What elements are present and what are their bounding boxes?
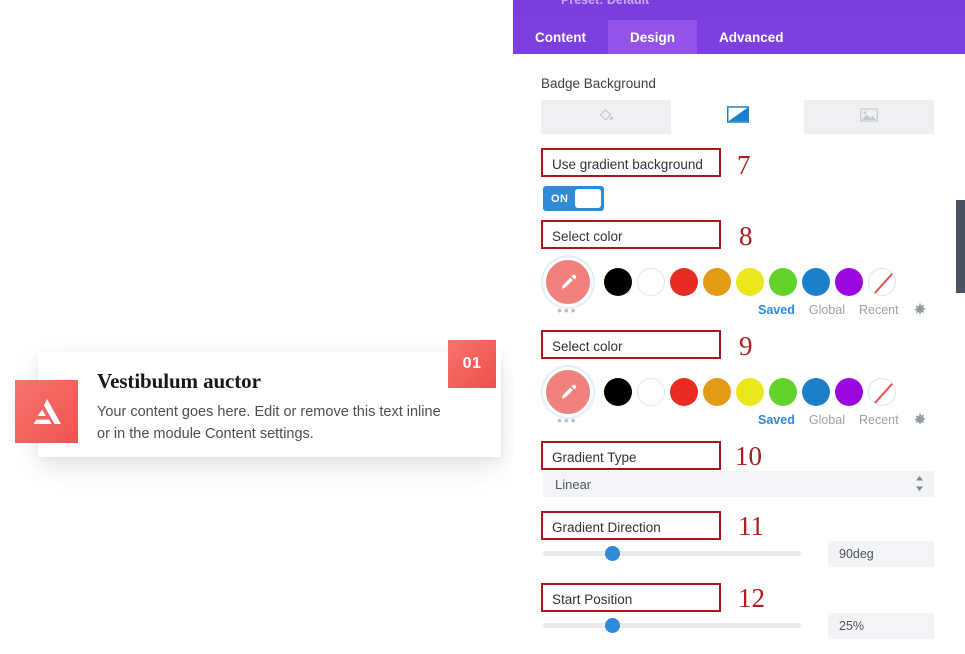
swatch-white-1[interactable] xyxy=(637,268,665,296)
gear-icon[interactable] xyxy=(913,413,927,427)
color-tab-recent-1[interactable]: Recent xyxy=(859,303,899,317)
toggle-knob xyxy=(575,189,601,208)
gradient-direction-label: Gradient Direction xyxy=(552,520,661,535)
blurb-description: Your content goes here. Edit or remove t… xyxy=(97,404,441,443)
annotation-number-10: 10 xyxy=(735,441,762,471)
swatch-green-2[interactable] xyxy=(769,378,797,406)
annotation-number-7: 7 xyxy=(737,150,751,180)
blurb-icon-box xyxy=(15,380,78,443)
swatch-purple-2[interactable] xyxy=(835,378,863,406)
eyedropper-swatch-2[interactable] xyxy=(543,367,593,417)
background-type-gradient-button[interactable] xyxy=(672,100,803,134)
start-position-slider-thumb[interactable] xyxy=(605,618,620,633)
tab-content[interactable]: Content xyxy=(513,20,608,54)
color-source-tabs-1: Saved Global Recent xyxy=(758,303,927,317)
swatch-yellow-1[interactable] xyxy=(736,268,764,296)
badge-background-label: Badge Background xyxy=(541,76,656,91)
blurb-preview-card[interactable]: 01 Vestibulum auctor Your content goes h… xyxy=(15,340,501,457)
background-type-selector xyxy=(541,100,935,134)
color-tab-global-2[interactable]: Global xyxy=(809,413,845,427)
annotation-number-11: 11 xyxy=(738,511,764,541)
swatch-black-2[interactable] xyxy=(604,378,632,406)
start-position-label: Start Position xyxy=(552,592,633,607)
palette-more-dots-1[interactable]: ••• xyxy=(557,303,578,317)
gradient-direction-value-input[interactable]: 90deg xyxy=(828,541,934,567)
settings-panel: Preset: Default Content Design Advanced … xyxy=(513,0,965,654)
select-color-label-2: Select color xyxy=(552,339,623,354)
select-color-label-1: Select color xyxy=(552,229,623,244)
eyedropper-swatch-1[interactable] xyxy=(543,257,593,307)
panel-content: Badge Background Use gradient background… xyxy=(513,54,965,654)
gear-icon[interactable] xyxy=(913,303,927,317)
tab-advanced[interactable]: Advanced xyxy=(697,20,806,54)
start-position-slider-track[interactable] xyxy=(543,623,801,628)
swatch-none-1[interactable] xyxy=(868,268,896,296)
background-type-image-button[interactable] xyxy=(804,100,935,134)
use-gradient-background-label: Use gradient background xyxy=(552,157,703,172)
preview-canvas: 01 Vestibulum auctor Your content goes h… xyxy=(0,0,513,654)
swatch-black-1[interactable] xyxy=(604,268,632,296)
swatch-red-1[interactable] xyxy=(670,268,698,296)
swatch-green-1[interactable] xyxy=(769,268,797,296)
color-palette-row-1 xyxy=(543,257,896,307)
gradient-type-select[interactable]: Linear xyxy=(543,471,934,497)
color-tab-saved-1[interactable]: Saved xyxy=(758,303,795,317)
gradient-type-value: Linear xyxy=(555,476,592,492)
gradient-direction-slider-thumb[interactable] xyxy=(605,546,620,561)
annotation-number-12: 12 xyxy=(738,583,765,613)
preset-label: Preset: Default xyxy=(561,0,650,7)
blurb-number-badge: 01 xyxy=(448,340,496,388)
screenshot-root: 01 Vestibulum auctor Your content goes h… xyxy=(0,0,965,654)
gradient-type-label: Gradient Type xyxy=(552,450,637,465)
tab-design[interactable]: Design xyxy=(608,20,698,54)
swatch-orange-1[interactable] xyxy=(703,268,731,296)
color-tab-global-1[interactable]: Global xyxy=(809,303,845,317)
blurb-text-block: Vestibulum auctor Your content goes here… xyxy=(97,369,447,445)
swatch-white-2[interactable] xyxy=(637,378,665,406)
chevron-updown-icon xyxy=(915,475,924,492)
use-gradient-background-toggle[interactable]: ON xyxy=(543,186,604,211)
gradient-direction-value: 90deg xyxy=(839,547,874,561)
annotation-number-8: 8 xyxy=(739,221,753,251)
panel-scrollbar[interactable] xyxy=(956,200,965,293)
paint-bucket-icon xyxy=(597,106,614,128)
toggle-state-label: ON xyxy=(551,192,569,205)
annotation-number-9: 9 xyxy=(739,331,753,361)
swatch-yellow-2[interactable] xyxy=(736,378,764,406)
swatch-orange-2[interactable] xyxy=(703,378,731,406)
color-tab-recent-2[interactable]: Recent xyxy=(859,413,899,427)
panel-tab-bar: Content Design Advanced xyxy=(513,20,965,54)
color-palette-row-2 xyxy=(543,367,896,417)
preset-bar[interactable]: Preset: Default xyxy=(513,0,965,20)
palette-more-dots-2[interactable]: ••• xyxy=(557,413,578,427)
background-type-color-button[interactable] xyxy=(541,100,671,134)
color-source-tabs-2: Saved Global Recent xyxy=(758,413,927,427)
start-position-value-input[interactable]: 25% xyxy=(828,613,934,639)
abstract-triangle-logo-icon xyxy=(30,396,64,428)
swatch-blue-2[interactable] xyxy=(802,378,830,406)
start-position-value: 25% xyxy=(839,619,865,633)
color-tab-saved-2[interactable]: Saved xyxy=(758,413,795,427)
swatch-purple-1[interactable] xyxy=(835,268,863,296)
swatch-red-2[interactable] xyxy=(670,378,698,406)
swatch-blue-1[interactable] xyxy=(802,268,830,296)
gradient-icon xyxy=(726,106,749,128)
image-icon xyxy=(860,107,879,127)
swatch-none-2[interactable] xyxy=(868,378,896,406)
gradient-direction-slider-track[interactable] xyxy=(543,551,801,556)
blurb-title: Vestibulum auctor xyxy=(97,369,261,393)
